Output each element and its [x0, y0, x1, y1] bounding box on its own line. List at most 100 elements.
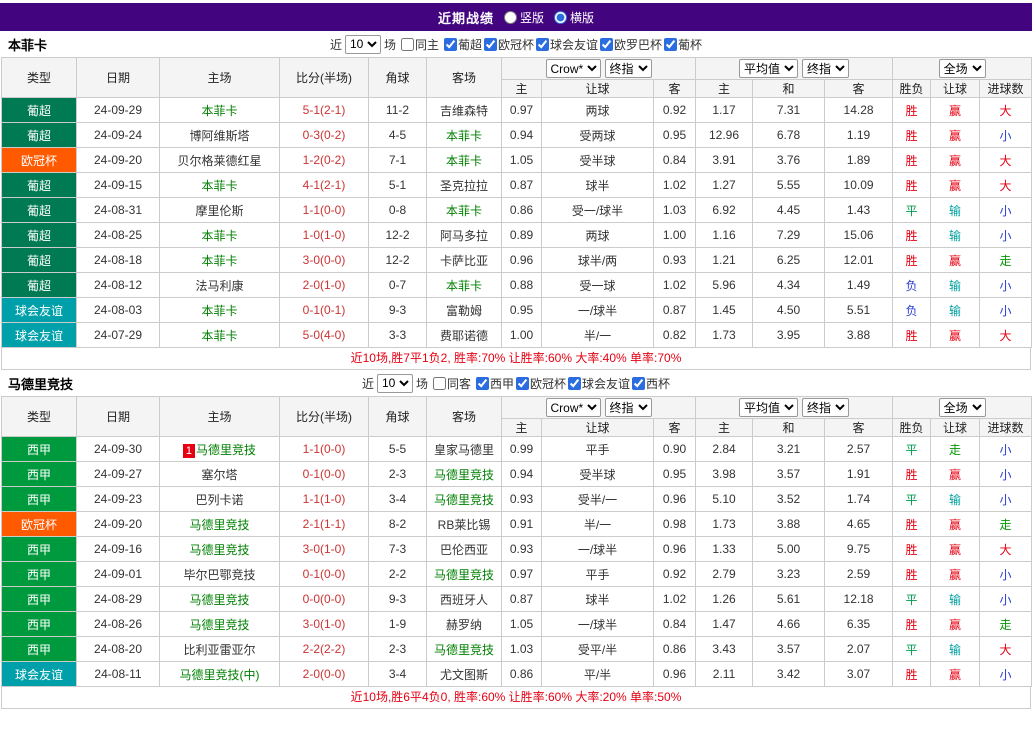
league-cell: 葡超 — [1, 222, 77, 248]
average-select[interactable]: 平均值 — [739, 398, 799, 417]
fulltime-select[interactable]: 全场 — [938, 59, 986, 78]
home-team-name: 马德里竞技 — [189, 517, 250, 532]
league-filter-checkbox[interactable] — [475, 376, 489, 390]
handicap-cell: 球半 — [541, 586, 654, 612]
result-cell: 平 — [892, 197, 932, 223]
away-team-cell: 圣克拉拉 — [426, 172, 502, 198]
league-cell: 葡超 — [1, 172, 77, 198]
handicap-result-cell: 赢 — [930, 147, 981, 173]
home-team-cell: 马德里竞技(中) — [159, 661, 280, 687]
odds-home-cell: 0.91 — [501, 511, 542, 537]
home-team-cell: 马德里竞技 — [159, 536, 280, 562]
match-count-select[interactable]: 10 — [344, 34, 381, 54]
home-team-name: 本菲卡 — [201, 303, 238, 318]
league-filter-option[interactable]: 西杯 — [632, 375, 670, 392]
avg-draw-cell: 3.23 — [752, 561, 826, 587]
handicap-cell: 一/球半 — [541, 611, 654, 637]
league-filter-option[interactable]: 西甲 — [475, 375, 514, 392]
score-cell: 3-0(0-0) — [279, 247, 369, 273]
league-filter-checkbox[interactable] — [632, 376, 646, 390]
home-team-cell: 毕尔巴鄂竞技 — [159, 561, 280, 587]
league-filter-checkbox[interactable] — [568, 376, 582, 390]
handicap-cell: 一/球半 — [541, 536, 654, 562]
league-filter-checkbox[interactable] — [600, 37, 614, 51]
handicap-result-cell: 赢 — [930, 661, 981, 687]
match-count-select[interactable]: 10 — [376, 373, 413, 393]
odds-away-cell: 0.92 — [652, 97, 697, 123]
odds-home-cell: 1.00 — [501, 322, 542, 348]
layout-vertical-radio[interactable] — [503, 10, 517, 24]
league-filter-option[interactable]: 欧冠杯 — [516, 375, 566, 392]
same-venue-checkbox[interactable] — [432, 376, 446, 390]
league-filter-checkbox[interactable] — [664, 37, 678, 51]
league-filter-checkbox[interactable] — [516, 376, 529, 390]
match-row: 球会友谊 24-08-03 本菲卡 0-1(0-1) 9-3 富勒姆 0.95 一/球半 0.8… — [1, 297, 1032, 323]
column-header-corner: 角球 — [368, 396, 427, 437]
avg-home-cell: 2.11 — [695, 661, 754, 687]
same-venue-checkbox[interactable] — [400, 37, 414, 51]
column-header-home: 主场 — [159, 396, 280, 437]
goals-result-cell: 大 — [979, 636, 1032, 662]
avg-draw-cell: 3.57 — [752, 636, 826, 662]
match-row: 西甲 24-09-16 马德里竞技 3-0(1-0) 7-3 巴伦西亚 0.93 一/球半 0.… — [1, 536, 1032, 562]
score-cell: 1-0(1-0) — [279, 222, 369, 248]
home-team-name: 马德里竞技 — [189, 592, 250, 607]
handicap-result-cell: 输 — [930, 586, 981, 612]
league-filter-option[interactable]: 欧罗巴杯 — [600, 36, 662, 53]
league-filter-option[interactable]: 球会友谊 — [536, 36, 598, 53]
column-header-corner: 角球 — [368, 57, 427, 98]
league-filter-group: 西甲 欧冠杯 球会友谊 西杯 — [474, 375, 670, 392]
away-team-name: 本菲卡 — [445, 128, 482, 143]
league-filter-option[interactable]: 球会友谊 — [568, 375, 630, 392]
odds-company-select[interactable]: Crow* — [545, 59, 601, 78]
home-team-cell: 本菲卡 — [159, 247, 280, 273]
average-stage-select[interactable]: 终指 — [802, 59, 850, 78]
same-venue-option[interactable]: 同主 — [400, 36, 439, 53]
away-team-name: 吉维森特 — [439, 103, 488, 118]
league-filter-option[interactable]: 葡杯 — [664, 36, 702, 53]
filter-controls: 近 10 场 同主 葡超 欧冠杯 球会友谊 欧罗巴杯 葡杯 — [330, 34, 702, 54]
fulltime-select[interactable]: 全场 — [938, 398, 986, 417]
corner-cell: 3-4 — [368, 661, 427, 687]
odds-home-cell: 0.97 — [501, 561, 542, 587]
league-filter-label: 葡杯 — [678, 37, 703, 52]
league-cell: 欧冠杯 — [1, 511, 77, 537]
handicap-result-cell: 赢 — [930, 561, 981, 587]
avg-draw-cell: 5.61 — [752, 586, 826, 612]
corner-cell: 2-3 — [368, 461, 427, 487]
away-team-name: 本菲卡 — [445, 153, 482, 168]
layout-vertical-option[interactable]: 竖版 — [503, 9, 544, 26]
league-filter-label: 球会友谊 — [550, 37, 599, 52]
odds-stage-select[interactable]: 终指 — [604, 398, 652, 417]
average-stage-select[interactable]: 终指 — [802, 398, 850, 417]
league-cell: 葡超 — [1, 122, 77, 148]
odds-company-select[interactable]: Crow* — [545, 398, 601, 417]
layout-horizontal-radio[interactable] — [554, 10, 567, 24]
goals-result-cell: 小 — [979, 461, 1032, 487]
odds-away-cell: 0.90 — [652, 436, 697, 462]
result-cell: 胜 — [892, 147, 932, 173]
league-filter-checkbox[interactable] — [484, 37, 497, 51]
average-select[interactable]: 平均值 — [739, 59, 799, 78]
league-filter-checkbox[interactable] — [443, 37, 457, 51]
score-cell: 2-2(2-2) — [279, 636, 369, 662]
league-filter-option[interactable]: 欧冠杯 — [484, 36, 534, 53]
avg-away-cell: 12.18 — [824, 586, 894, 612]
away-team-name: 本菲卡 — [445, 278, 482, 293]
corner-cell: 0-7 — [368, 272, 427, 298]
home-team-cell: 本菲卡 — [159, 172, 280, 198]
league-filter-checkbox[interactable] — [536, 37, 550, 51]
odds-stage-select[interactable]: 终指 — [604, 59, 652, 78]
layout-horizontal-option[interactable]: 横版 — [554, 9, 594, 26]
odds-away-cell: 0.93 — [652, 247, 697, 273]
match-row: 欧冠杯 24-09-20 马德里竞技 2-1(1-1) 8-2 RB莱比锡 0.91 半/一 0… — [1, 511, 1032, 537]
same-venue-option[interactable]: 同客 — [432, 375, 471, 392]
match-row: 葡超 24-08-18 本菲卡 3-0(0-0) 12-2 卡萨比亚 0.96 球半/两 0.9… — [1, 247, 1032, 273]
result-cell: 胜 — [892, 122, 932, 148]
corner-cell: 4-5 — [368, 122, 427, 148]
avg-away-cell: 4.65 — [824, 511, 894, 537]
odds-away-cell: 1.00 — [652, 222, 697, 248]
score-cell: 0-3(0-2) — [279, 122, 369, 148]
goals-result-cell: 走 — [979, 611, 1032, 637]
league-filter-option[interactable]: 葡超 — [443, 36, 482, 53]
